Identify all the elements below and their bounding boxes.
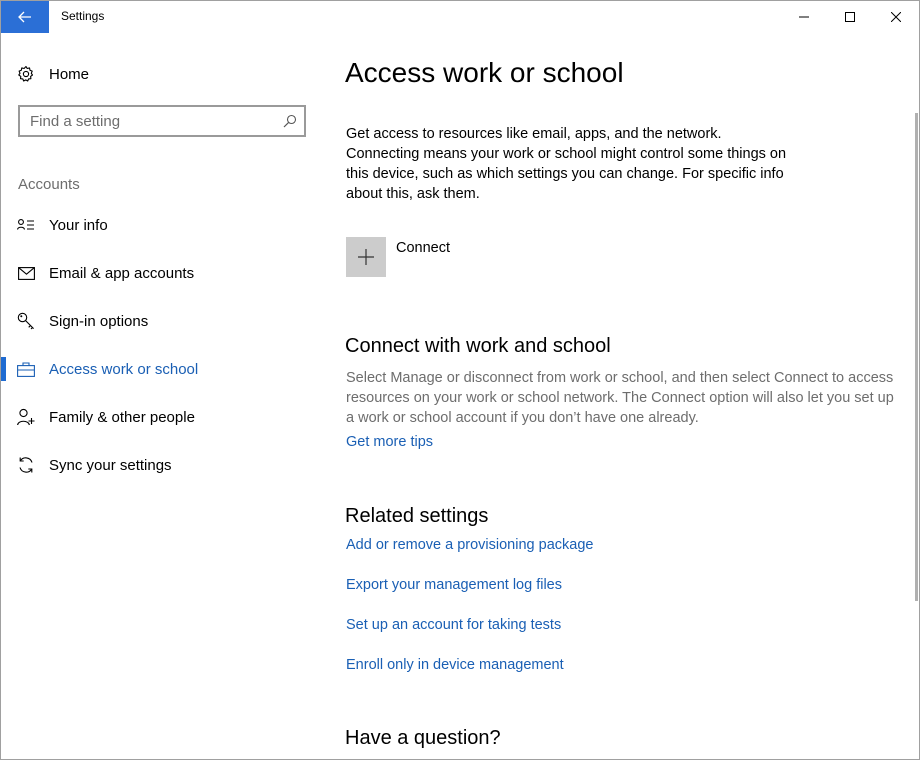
minimize-button[interactable] [781,1,827,33]
back-button[interactable] [1,1,49,33]
provisioning-package-link[interactable]: Add or remove a provisioning package [346,537,593,553]
sidebar-item-label: Family & other people [49,408,195,426]
contact-card-icon [17,216,35,234]
gear-icon [18,65,34,82]
minimize-icon [799,16,809,18]
maximize-icon [845,12,855,22]
search-input[interactable] [20,107,276,135]
intro-text: Get access to resources like email, apps… [346,126,787,202]
title-bar: Settings [1,1,919,33]
sidebar-item-label: Email & app accounts [49,264,195,282]
get-more-tips-link[interactable]: Get more tips [346,434,433,450]
window-title: Settings [61,9,105,23]
add-person-icon [17,408,35,426]
active-indicator [1,357,6,381]
connect-section-body: Select Manage or disconnect from work or… [346,370,894,426]
connect-button[interactable]: Connect [346,237,450,277]
sidebar-item-label: Sync your settings [49,456,172,474]
connect-tile [346,237,386,277]
settings-window: Settings Home Accounts [0,0,920,760]
home-nav-item[interactable]: Home [17,61,297,87]
have-a-question-heading: Have a question? [345,727,501,749]
key-icon [17,312,35,330]
search-box[interactable] [18,105,306,137]
sidebar-item-sign-in-options[interactable]: Sign-in options [1,297,321,345]
test-account-link[interactable]: Set up an account for taking tests [346,617,561,633]
sidebar-item-access-work-or-school[interactable]: Access work or school [1,345,321,393]
sidebar-item-label: Access work or school [49,360,199,378]
sidebar-item-family-other-people[interactable]: Family & other people [1,393,321,441]
home-label: Home [49,65,90,83]
close-button[interactable] [873,1,919,33]
related-settings-heading: Related settings [345,505,489,527]
sidebar-item-email-app-accounts[interactable]: Email & app accounts [1,249,321,297]
mail-icon [17,264,35,282]
export-log-files-link[interactable]: Export your management log files [346,577,562,593]
back-arrow-icon [18,11,31,23]
sync-icon [17,456,35,474]
plus-icon [358,249,374,265]
sidebar-item-label: Sign-in options [49,312,149,330]
connect-label: Connect [396,240,451,256]
connect-section-heading: Connect with work and school [345,335,611,357]
sidebar-nav: Your info Email & app accounts Sign-in o… [1,201,321,489]
search-icon[interactable] [276,114,304,128]
sidebar-item-sync-your-settings[interactable]: Sync your settings [1,441,321,489]
sidebar-item-your-info[interactable]: Your info [1,201,321,249]
scrollbar[interactable] [915,113,918,601]
briefcase-icon [17,360,35,378]
maximize-button[interactable] [827,1,873,33]
enroll-device-management-link[interactable]: Enroll only in device management [346,657,564,673]
close-icon [891,12,901,22]
page-title: Access work or school [345,57,624,88]
sidebar-item-label: Your info [49,216,108,234]
sidebar-section-label: Accounts [18,176,80,193]
